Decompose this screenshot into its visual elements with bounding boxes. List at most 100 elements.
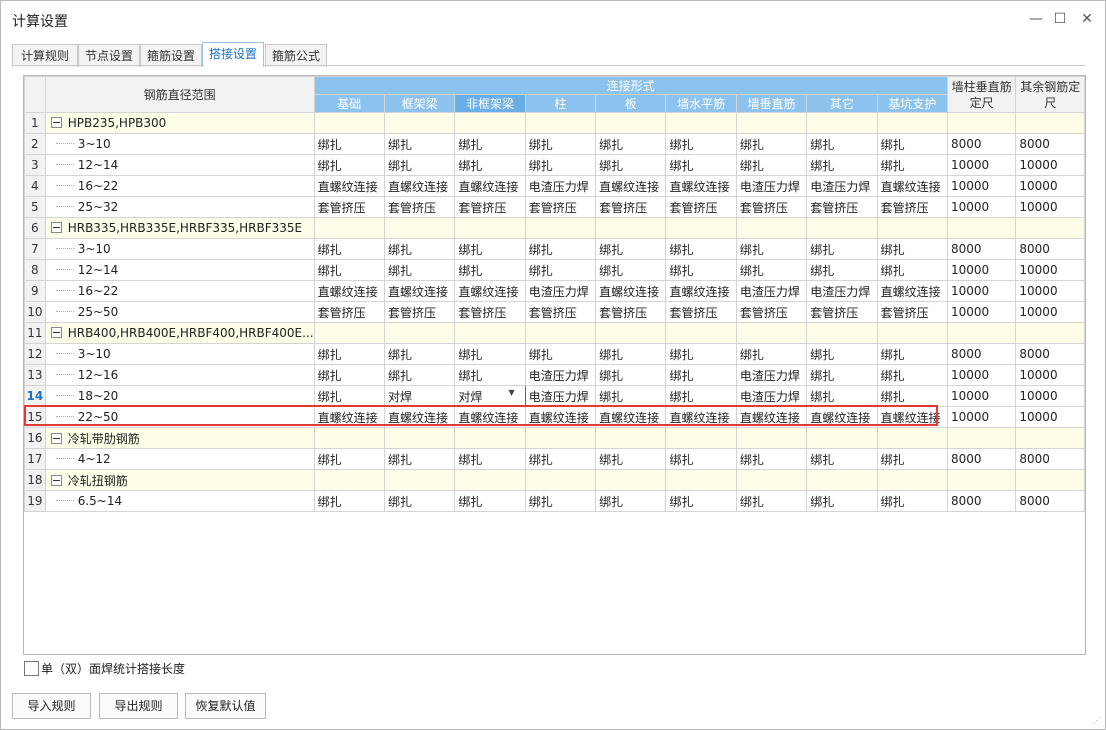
connection-cell[interactable]: 绑扎 xyxy=(876,259,948,281)
connection-cell[interactable]: 套管挤压 xyxy=(454,196,526,218)
connection-cell[interactable]: 套管挤压 xyxy=(383,301,456,323)
connection-cell[interactable]: 绑扎 xyxy=(876,385,948,407)
connection-cell[interactable]: 绑扎 xyxy=(454,154,526,176)
connection-cell[interactable]: 电渣压力焊 xyxy=(735,364,808,386)
connection-cell[interactable]: 绑扎 xyxy=(595,238,667,260)
connection-cell[interactable]: 直螺纹连接 xyxy=(383,406,456,428)
other-length-cell[interactable]: 8000 xyxy=(1015,448,1085,470)
tab-stirrup-settings[interactable]: 箍筋设置 xyxy=(140,44,202,67)
connection-cell[interactable]: 直螺纹连接 xyxy=(665,280,737,302)
connection-cell[interactable]: 绑扎 xyxy=(524,154,597,176)
connection-cell[interactable]: 绑扎 xyxy=(383,133,456,155)
other-length-cell[interactable]: 8000 xyxy=(1015,238,1085,260)
other-length-cell[interactable]: 10000 xyxy=(1015,259,1085,281)
connection-cell[interactable]: 绑扎 xyxy=(665,343,737,365)
connection-cell[interactable]: 绑扎 xyxy=(806,154,878,176)
other-length-cell[interactable]: 8000 xyxy=(1015,490,1085,512)
connection-cell[interactable]: 绑扎 xyxy=(313,238,385,260)
connection-cell[interactable]: 套管挤压 xyxy=(524,301,597,323)
connection-cell[interactable]: 绑扎 xyxy=(665,385,737,407)
table-row[interactable]: 5 25~32 套管挤压 套管挤压 套管挤压 套管挤压 套管挤压 套管挤压 套管挤压 套管挤压 套管… xyxy=(24,196,1085,218)
group-row[interactable]: 18 冷轧扭钢筋 xyxy=(24,469,1085,491)
tab-stirrup-formula[interactable]: 箍筋公式 xyxy=(265,44,327,67)
dropdown-arrow-icon[interactable]: ▼ xyxy=(509,388,515,397)
connection-cell[interactable]: 绑扎 xyxy=(454,343,526,365)
table-row[interactable]: 10 25~50 套管挤压 套管挤压 套管挤压 套管挤压 套管挤压 套管挤压 套管挤压 套管挤压 套… xyxy=(24,301,1085,323)
collapse-icon[interactable] xyxy=(50,432,62,444)
group-row[interactable]: 11 HRB400,HRB400E,HRBF400,HRBF400E... xyxy=(24,322,1085,344)
connection-cell[interactable]: 电渣压力焊 xyxy=(524,280,597,302)
connection-cell[interactable]: 绑扎 xyxy=(665,259,737,281)
other-length-cell[interactable]: 10000 xyxy=(1015,280,1085,302)
connection-cell[interactable]: 直螺纹连接 xyxy=(735,406,808,428)
connection-cell[interactable]: 绑扎 xyxy=(524,490,597,512)
table-row[interactable]: 4 16~22 直螺纹连接 直螺纹连接 直螺纹连接 电渣压力焊 直螺纹连接 直螺纹连接 电渣压力… xyxy=(24,175,1085,197)
wall-vertical-length-cell[interactable]: 10000 xyxy=(946,175,1017,197)
minimize-icon[interactable]: — xyxy=(1027,10,1045,28)
connection-cell[interactable]: 绑扎 xyxy=(806,364,878,386)
connection-cell[interactable]: 绑扎 xyxy=(876,343,948,365)
connection-cell[interactable]: 直螺纹连接 xyxy=(595,175,667,197)
connection-cell[interactable]: 套管挤压 xyxy=(524,196,597,218)
connection-cell[interactable]: 绑扎 xyxy=(876,490,948,512)
table-row[interactable]: 9 16~22 直螺纹连接 直螺纹连接 直螺纹连接 电渣压力焊 直螺纹连接 直螺纹连接 电渣压力… xyxy=(24,280,1085,302)
connection-cell[interactable]: 绑扎 xyxy=(454,490,526,512)
connection-cell[interactable]: 绑扎 xyxy=(665,238,737,260)
connection-cell[interactable]: 绑扎 xyxy=(806,238,878,260)
connection-cell[interactable]: 套管挤压 xyxy=(735,301,808,323)
wall-vertical-length-cell[interactable]: 10000 xyxy=(946,259,1017,281)
connection-cell[interactable]: 套管挤压 xyxy=(876,301,948,323)
connection-cell[interactable]: 直螺纹连接 xyxy=(876,280,948,302)
connection-cell[interactable]: 绑扎 xyxy=(806,385,878,407)
connection-cell[interactable]: 绑扎 xyxy=(383,364,456,386)
connection-cell[interactable]: 套管挤压 xyxy=(595,196,667,218)
connection-cell[interactable]: 绑扎 xyxy=(524,238,597,260)
connection-cell[interactable]: 绑扎 xyxy=(806,448,878,470)
wall-vertical-length-cell[interactable]: 8000 xyxy=(946,343,1017,365)
wall-vertical-length-cell[interactable]: 8000 xyxy=(946,448,1017,470)
connection-cell[interactable]: 套管挤压 xyxy=(876,196,948,218)
wall-vertical-length-cell[interactable]: 8000 xyxy=(946,133,1017,155)
connection-cell[interactable]: 套管挤压 xyxy=(735,196,808,218)
other-length-cell[interactable]: 10000 xyxy=(1015,154,1085,176)
connection-cell[interactable]: 绑扎 xyxy=(524,133,597,155)
weld-lap-checkbox[interactable] xyxy=(24,661,39,676)
connection-cell[interactable]: 直螺纹连接 xyxy=(383,175,456,197)
connection-cell[interactable]: 绑扎 xyxy=(313,385,385,407)
connection-cell[interactable]: 电渣压力焊 xyxy=(735,280,808,302)
connection-cell[interactable]: 直螺纹连接 xyxy=(454,175,526,197)
table-row[interactable]: 12 3~10 绑扎 绑扎 绑扎 绑扎 绑扎 绑扎 绑扎 绑扎 绑扎 8000 8000 xyxy=(24,343,1085,365)
wall-vertical-length-cell[interactable]: 10000 xyxy=(946,364,1017,386)
wall-vertical-length-cell[interactable]: 10000 xyxy=(946,406,1017,428)
connection-cell[interactable]: 绑扎 xyxy=(595,490,667,512)
collapse-icon[interactable] xyxy=(50,222,62,233)
lap-settings-grid[interactable]: 钢筋直径范围 连接形式 墙柱垂直筋定尺 其余钢筋定尺 基础 框架梁 非框架梁柱板墙水… xyxy=(23,75,1086,655)
table-row[interactable]: 14 18~20 绑扎 对焊 对焊 ▼ 电渣压力焊 绑扎 绑扎 电渣压力焊 绑扎 绑扎 10000 100… xyxy=(24,385,1085,407)
table-row[interactable]: 8 12~14 绑扎 绑扎 绑扎 绑扎 绑扎 绑扎 绑扎 绑扎 绑扎 10000 10000 xyxy=(24,259,1085,281)
resize-grip-icon[interactable]: ⋰ xyxy=(1093,717,1101,725)
connection-cell[interactable]: 套管挤压 xyxy=(313,196,385,218)
connection-cell[interactable]: 直螺纹连接 xyxy=(595,280,667,302)
connection-cell[interactable]: 绑扎 xyxy=(735,238,808,260)
connection-cell[interactable]: 绑扎 xyxy=(595,448,667,470)
connection-cell[interactable]: 直螺纹连接 xyxy=(313,175,385,197)
connection-cell[interactable]: 绑扎 xyxy=(454,259,526,281)
connection-cell[interactable]: 套管挤压 xyxy=(665,196,737,218)
connection-cell[interactable]: 直螺纹连接 xyxy=(313,406,385,428)
tab-node-settings[interactable]: 节点设置 xyxy=(78,44,140,67)
connection-cell[interactable]: 绑扎 xyxy=(735,448,808,470)
other-length-cell[interactable]: 8000 xyxy=(1015,133,1085,155)
connection-cell[interactable]: 绑扎 xyxy=(524,448,597,470)
table-row[interactable]: 19 6.5~14 绑扎 绑扎 绑扎 绑扎 绑扎 绑扎 绑扎 绑扎 绑扎 8000 8000 xyxy=(24,490,1085,512)
other-length-cell[interactable]: 10000 xyxy=(1015,175,1085,197)
connection-cell[interactable]: 套管挤压 xyxy=(595,301,667,323)
close-icon[interactable]: ✕ xyxy=(1078,10,1096,28)
table-row[interactable]: 15 22~50 直螺纹连接 直螺纹连接 直螺纹连接 直螺纹连接 直螺纹连接 直螺纹连接 直螺纹… xyxy=(24,406,1085,428)
connection-cell[interactable]: 套管挤压 xyxy=(454,301,526,323)
connection-cell[interactable]: 绑扎 xyxy=(313,364,385,386)
connection-cell[interactable]: 绑扎 xyxy=(735,343,808,365)
maximize-icon[interactable]: ☐ xyxy=(1051,10,1069,28)
connection-cell[interactable]: 绑扎 xyxy=(383,448,456,470)
connection-cell[interactable]: 绑扎 xyxy=(454,133,526,155)
connection-cell[interactable]: 绑扎 xyxy=(665,490,737,512)
